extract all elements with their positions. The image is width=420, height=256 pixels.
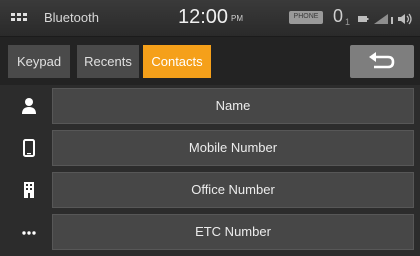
battery-icon — [358, 16, 367, 22]
office-number-button[interactable]: Office Number — [52, 172, 414, 208]
more-dots-icon — [22, 231, 36, 235]
signal-volume-icons — [358, 13, 412, 25]
app-title: Bluetooth — [44, 10, 99, 25]
clock-ampm: PM — [231, 14, 243, 23]
status-bar: Bluetooth 12:00 PM PHONE 0 1 — [0, 0, 420, 37]
mobile-phone-icon — [23, 139, 35, 157]
battery-label: PHONE — [293, 13, 319, 20]
mobile-number-button[interactable]: Mobile Number — [52, 130, 414, 166]
bluetooth-contacts-screen: Bluetooth 12:00 PM PHONE 0 1 Keypad Rece… — [0, 0, 420, 256]
list-item-etc: ETC Number — [0, 213, 420, 251]
signal-icon — [374, 14, 388, 24]
menu-grid-icon[interactable] — [11, 13, 27, 25]
message-count: 0 — [333, 6, 344, 26]
person-icon — [22, 98, 36, 114]
list-item-mobile: Mobile Number — [0, 129, 420, 167]
tab-keypad[interactable]: Keypad — [8, 45, 70, 78]
tab-bar: Keypad Recents Contacts — [0, 37, 420, 85]
name-button[interactable]: Name — [52, 88, 414, 124]
office-building-icon — [24, 182, 34, 198]
back-button[interactable] — [350, 45, 414, 78]
clock-time: 12:00 — [178, 6, 229, 28]
list-item-name: Name — [0, 87, 420, 125]
tab-contacts[interactable]: Contacts — [143, 45, 211, 78]
message-sub-count: 1 — [345, 17, 351, 27]
etc-number-button[interactable]: ETC Number — [52, 214, 414, 250]
tab-recents[interactable]: Recents — [77, 45, 139, 78]
list-item-office: Office Number — [0, 171, 420, 209]
phone-battery-icon: PHONE — [289, 11, 323, 24]
return-arrow-icon — [369, 52, 395, 69]
volume-icon — [398, 14, 405, 24]
